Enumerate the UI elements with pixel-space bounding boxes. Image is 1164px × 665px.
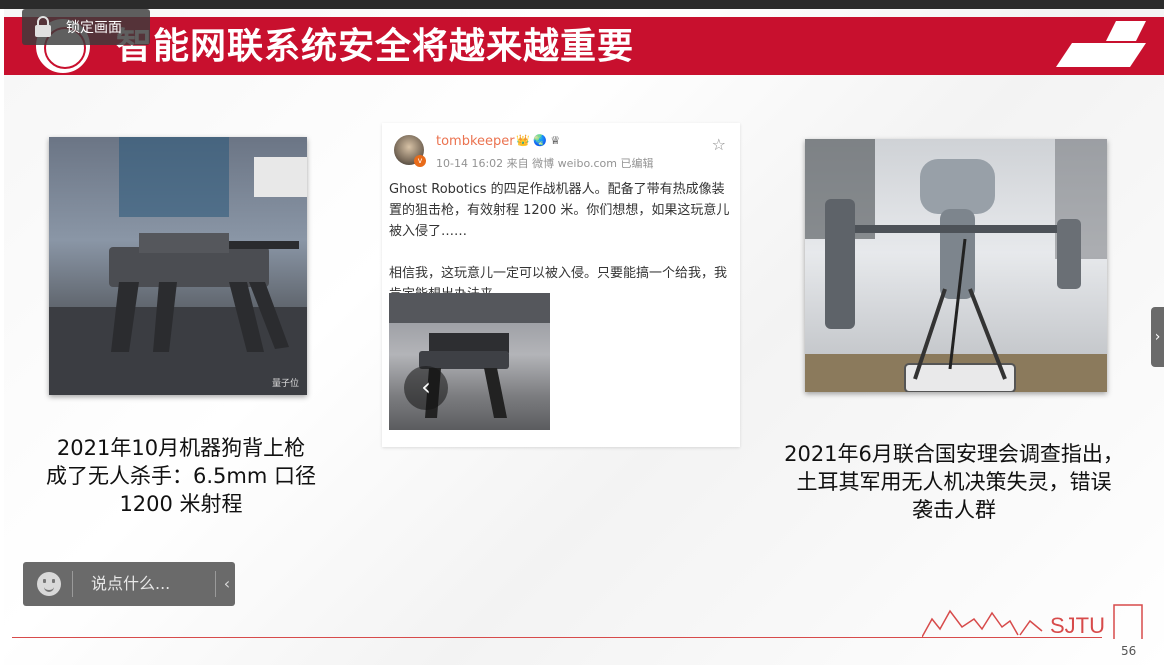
verified-badge-icon: v [414,155,426,167]
next-slide-tab[interactable]: › [1151,307,1164,367]
previous-image-arrow-icon[interactable]: ‹ [404,366,448,410]
lock-icon [35,16,51,37]
thumbnail-illustration [389,293,550,418]
left-caption: 2021年10月机器狗背上枪 成了无人杀手：6.5mm 口径 1200 米射程 [46,436,316,516]
weibo-robot-thumbnail[interactable]: ‹ [389,293,550,430]
drone-illustration [805,139,1107,392]
military-drone-photo [805,139,1107,392]
favorite-star-icon[interactable]: ☆ [712,135,726,154]
page-number: 56 [1121,644,1137,658]
banner-decoration-icon [1056,21,1146,67]
collapse-comment-icon[interactable]: ‹ [219,562,235,606]
comment-input[interactable]: 说点什么... [91,562,170,606]
comment-bar: 说点什么... ‹ [23,562,235,606]
right-caption: 2021年6月联合国安理会调查指出， 土耳其军用无人机决策失灵，错误 袭击人群 [784,442,1124,522]
post-meta: 10-14 16:02 来自 微博 weibo.com 已编辑 [436,157,654,170]
sjtu-footer-logo: SJTU [922,604,1143,639]
user-badges-icon: 👑 🌏 ♕ [516,134,561,147]
lock-screen-button[interactable]: 锁定画面 [22,9,150,45]
post-body: Ghost Robotics 的四足作战机器人。配备了带有热成像装置的狙击枪，有… [389,182,730,302]
emoji-icon[interactable] [37,572,61,596]
slide-title: 智能网联系统安全将越来越重要 [116,26,635,67]
comment-divider-right [215,571,216,597]
robot-dog-photo: 量子位 [49,137,307,395]
weibo-post-card: v tombkeeper 👑 🌏 ♕ 10-14 16:02 来自 微博 wei… [382,123,740,447]
photo-watermark: 量子位 [271,379,299,389]
lock-screen-label: 锁定画面 [66,19,122,35]
window-top-strip [0,0,1164,9]
post-username[interactable]: tombkeeper [436,134,515,149]
comment-divider [72,571,73,597]
svg-text:SJTU: SJTU [1050,613,1105,638]
robot-dog-illustration [49,137,307,395]
